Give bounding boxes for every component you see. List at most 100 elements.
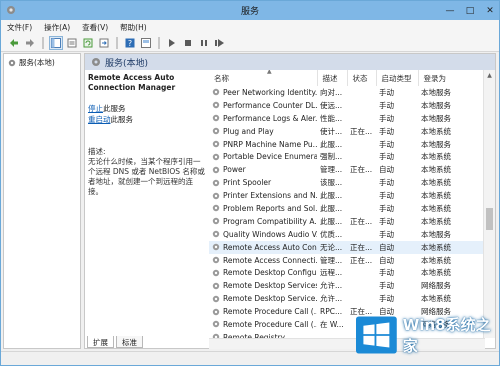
menu-action[interactable]: 操作(A) [44,22,70,33]
table-row[interactable]: Remote Desktop Services 允许... 手动 网络服务 [209,279,485,292]
service-detail-pane: Remote Access Auto Connection Manager 停止… [85,70,209,338]
service-description: 此服... [320,216,343,226]
service-name: Performance Counter DL... [209,99,317,112]
table-row[interactable]: Plug and Play 使计... 正在... 手动 本地系统 [209,125,485,138]
service-status [347,86,376,99]
service-logon-as: 本地系统 [421,268,451,278]
service-gear-icon [212,89,220,96]
restart-service-icon[interactable] [213,36,227,50]
toolbar-separator [116,36,118,49]
back-icon[interactable] [7,36,21,50]
scrollbar-thumb[interactable] [486,208,493,230]
service-description: 此服... [320,203,343,213]
column-header-status[interactable]: 状态 [347,70,377,86]
tab-extended[interactable]: 扩展 [87,336,114,348]
table-row[interactable]: Remote Desktop Configu... 远程... 手动 本地系统 [209,266,485,279]
service-name: Printer Extensions and N... [209,189,317,202]
menu-file[interactable]: 文件(F) [7,22,32,33]
gear-icon [8,59,16,66]
table-row[interactable]: Print Spooler 该服... 手动 本地系统 [209,176,485,189]
service-gear-icon [212,166,220,173]
service-name-text: Performance Counter DL... [223,100,317,110]
service-status [347,138,376,151]
forward-icon[interactable] [23,36,37,50]
menu-view[interactable]: 查看(V) [82,22,108,33]
menu-help[interactable]: 帮助(H) [120,22,147,33]
minimize-icon[interactable]: — [445,6,455,16]
restart-service-link[interactable]: 重启动 [88,115,111,124]
service-startup-type: 手动 [379,113,394,123]
maximize-icon[interactable]: □ [465,6,475,16]
service-gear-icon [212,269,220,277]
properties-icon[interactable] [65,36,79,50]
tree-node-services-local[interactable]: 服务(本地) [4,54,80,71]
service-gear-icon [212,127,220,135]
service-name-text: Power [223,165,246,175]
console-tree: 服务(本地) [3,53,81,349]
mmc-icon[interactable] [139,36,153,50]
table-row[interactable]: Program Compatibility A... 此服... 正在... 手动 本地… [209,215,485,228]
service-name-text: Program Compatibility A... [223,216,317,226]
service-status [347,279,376,292]
tab-standard[interactable]: 标准 [116,336,143,348]
column-header-logon-as[interactable]: 登录为 [418,70,485,86]
stop-service-icon[interactable] [181,36,195,50]
service-startup-type: 手动 [379,191,394,201]
description-text: 无论什么时候，当某个程序引用一个远程 DNS 或者 NetBIOS 名称或者地址… [88,157,205,196]
close-icon[interactable]: ✕ [485,6,495,16]
table-row[interactable]: Performance Counter DL... 使远... 手动 本地服务 [209,99,485,112]
service-status [347,292,376,305]
description-label: 描述: [88,147,106,156]
stop-service-link[interactable]: 停止 [88,104,103,113]
service-name: Quality Windows Audio V... [209,228,317,241]
service-gear-icon [212,295,220,302]
table-row[interactable]: Peer Networking Identity... 向对... 手动 本地服务 [209,86,485,99]
console-tree-icon[interactable] [49,35,63,50]
service-startup-type: 手动 [379,203,394,213]
service-logon-as: 网络服务 [421,281,451,291]
column-header-name[interactable]: ▲ 名称 [209,70,318,86]
services-panel: 服务(本地) Remote Access Auto Connection Man… [84,53,496,349]
table-row[interactable]: Remote Access Connecti... 管理... 正在... 自动 本地系… [209,254,485,267]
service-startup-type: 自动 [379,255,394,265]
service-status [347,228,376,241]
service-name-text: Remote Desktop Services [223,281,317,291]
table-row[interactable]: Performance Logs & Aler... 性能... 手动 本地服务 [209,112,485,125]
watermark-text: Win8系统之家 [402,316,491,355]
column-header-startup-type[interactable]: 启动类型 [376,70,419,86]
service-startup-type: 自动 [376,240,418,254]
service-status [347,189,376,202]
service-gear-icon [212,256,220,264]
table-row[interactable]: Portable Device Enumera... 强制... 手动 本地系统 [209,150,485,163]
table-row[interactable]: Printer Extensions and N... 此服... 手动 本地系统 [209,189,485,202]
table-row[interactable]: Remote Access Auto Con... 无论... 正在... 自动 本地系… [209,240,485,254]
pause-service-icon[interactable] [197,36,211,50]
windows-logo-icon [356,316,397,354]
start-service-icon[interactable] [165,36,179,50]
service-gear-icon [212,153,220,161]
restart-link-suffix: 此服务 [110,115,134,124]
column-header-description[interactable]: 描述 [317,70,348,86]
service-startup-type: 手动 [379,87,394,97]
table-row[interactable]: Power 管理... 正在... 自动 本地系统 [209,163,485,176]
table-row[interactable]: Remote Desktop Service... 允许... 手动 本地系统 [209,292,485,305]
service-gear-icon [212,282,220,289]
service-name-text: Printer Extensions and N... [223,191,317,201]
service-description: 该服... [320,178,343,188]
help-icon[interactable]: ? [123,36,137,50]
service-logon-as: 本地系统 [421,165,451,175]
service-logon-as: 本地服务 [421,229,451,239]
service-gear-icon [212,102,220,109]
export-icon[interactable] [97,36,111,50]
service-status [347,202,376,215]
service-name-text: Remote Procedure Call (... [223,307,317,317]
refresh-icon[interactable] [81,36,95,50]
table-row[interactable]: PNRP Machine Name Pu... 此服... 手动 本地服务 [209,138,485,151]
service-name-text: Remote Access Auto Con... [223,242,317,252]
vertical-scrollbar[interactable]: ▲ [483,70,495,338]
scroll-up-icon[interactable]: ▲ [484,70,495,80]
table-row[interactable]: Problem Reports and Sol... 此服... 手动 本地系统 [209,202,485,215]
service-name: Remote Procedure Call (... [209,305,317,318]
title-bar[interactable]: 服务 — □ ✕ [1,1,499,20]
table-row[interactable]: Quality Windows Audio V... 优质... 手动 本地服务 [209,228,485,241]
